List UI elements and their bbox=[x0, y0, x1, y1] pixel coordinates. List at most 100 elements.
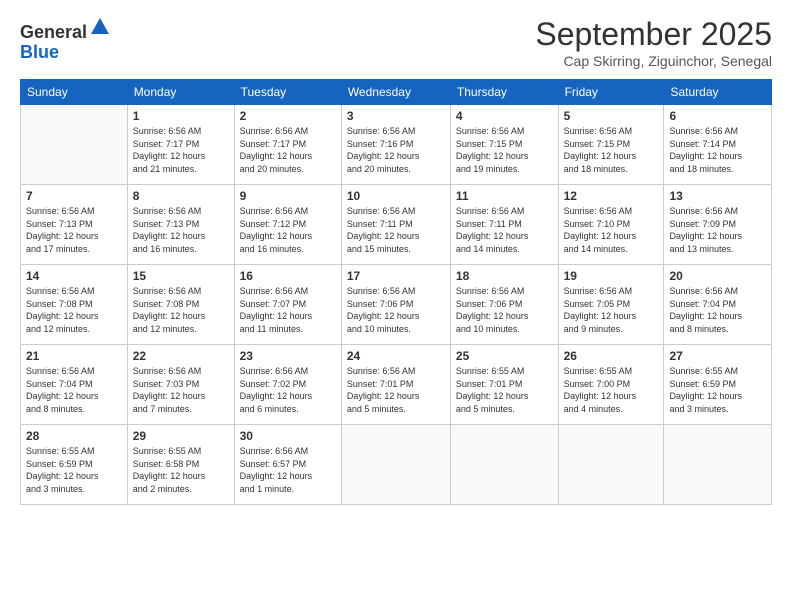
table-row: 5 Sunrise: 6:56 AM Sunset: 7:15 PM Daylig… bbox=[558, 105, 664, 185]
calendar-week-row: 1 Sunrise: 6:56 AM Sunset: 7:17 PM Daylig… bbox=[21, 105, 772, 185]
day-info: Sunrise: 6:56 AM Sunset: 7:11 PM Dayligh… bbox=[456, 205, 553, 255]
day-info: Sunrise: 6:56 AM Sunset: 7:13 PM Dayligh… bbox=[133, 205, 229, 255]
day-info: Sunrise: 6:55 AM Sunset: 7:01 PM Dayligh… bbox=[456, 365, 553, 415]
title-block: September 2025 Cap Skirring, Ziguinchor,… bbox=[535, 16, 772, 69]
day-number: 14 bbox=[26, 269, 122, 283]
day-number: 28 bbox=[26, 429, 122, 443]
day-info: Sunrise: 6:56 AM Sunset: 7:15 PM Dayligh… bbox=[456, 125, 553, 175]
calendar-table: Sunday Monday Tuesday Wednesday Thursday… bbox=[20, 79, 772, 505]
day-number: 20 bbox=[669, 269, 766, 283]
day-info: Sunrise: 6:56 AM Sunset: 7:09 PM Dayligh… bbox=[669, 205, 766, 255]
logo-general-text: General bbox=[20, 22, 87, 42]
day-number: 25 bbox=[456, 349, 553, 363]
day-number: 13 bbox=[669, 189, 766, 203]
table-row: 10 Sunrise: 6:56 AM Sunset: 7:11 PM Dayli… bbox=[341, 185, 450, 265]
day-number: 21 bbox=[26, 349, 122, 363]
table-row: 13 Sunrise: 6:56 AM Sunset: 7:09 PM Dayli… bbox=[664, 185, 772, 265]
table-row bbox=[341, 425, 450, 505]
day-info: Sunrise: 6:56 AM Sunset: 7:03 PM Dayligh… bbox=[133, 365, 229, 415]
day-info: Sunrise: 6:56 AM Sunset: 7:08 PM Dayligh… bbox=[26, 285, 122, 335]
table-row: 30 Sunrise: 6:56 AM Sunset: 6:57 PM Dayli… bbox=[234, 425, 341, 505]
day-info: Sunrise: 6:56 AM Sunset: 7:13 PM Dayligh… bbox=[26, 205, 122, 255]
day-number: 5 bbox=[564, 109, 659, 123]
table-row: 22 Sunrise: 6:56 AM Sunset: 7:03 PM Dayli… bbox=[127, 345, 234, 425]
day-number: 16 bbox=[240, 269, 336, 283]
day-info: Sunrise: 6:55 AM Sunset: 7:00 PM Dayligh… bbox=[564, 365, 659, 415]
day-info: Sunrise: 6:56 AM Sunset: 7:10 PM Dayligh… bbox=[564, 205, 659, 255]
day-number: 2 bbox=[240, 109, 336, 123]
calendar-header-row: Sunday Monday Tuesday Wednesday Thursday… bbox=[21, 80, 772, 105]
calendar-week-row: 28 Sunrise: 6:55 AM Sunset: 6:59 PM Dayli… bbox=[21, 425, 772, 505]
logo-blue-text: Blue bbox=[20, 42, 59, 62]
day-number: 30 bbox=[240, 429, 336, 443]
table-row: 9 Sunrise: 6:56 AM Sunset: 7:12 PM Daylig… bbox=[234, 185, 341, 265]
table-row: 14 Sunrise: 6:56 AM Sunset: 7:08 PM Dayli… bbox=[21, 265, 128, 345]
day-info: Sunrise: 6:56 AM Sunset: 7:16 PM Dayligh… bbox=[347, 125, 445, 175]
col-thursday: Thursday bbox=[450, 80, 558, 105]
table-row: 25 Sunrise: 6:55 AM Sunset: 7:01 PM Dayli… bbox=[450, 345, 558, 425]
day-info: Sunrise: 6:56 AM Sunset: 7:17 PM Dayligh… bbox=[133, 125, 229, 175]
table-row bbox=[558, 425, 664, 505]
table-row: 1 Sunrise: 6:56 AM Sunset: 7:17 PM Daylig… bbox=[127, 105, 234, 185]
calendar-page: General Blue September 2025 Cap Skirring… bbox=[0, 0, 792, 612]
table-row: 28 Sunrise: 6:55 AM Sunset: 6:59 PM Dayli… bbox=[21, 425, 128, 505]
day-number: 3 bbox=[347, 109, 445, 123]
day-info: Sunrise: 6:56 AM Sunset: 7:02 PM Dayligh… bbox=[240, 365, 336, 415]
day-info: Sunrise: 6:56 AM Sunset: 6:57 PM Dayligh… bbox=[240, 445, 336, 495]
col-sunday: Sunday bbox=[21, 80, 128, 105]
day-info: Sunrise: 6:56 AM Sunset: 7:04 PM Dayligh… bbox=[26, 365, 122, 415]
table-row: 19Sunrise: 6:56 AM Sunset: 7:05 PM Dayli… bbox=[558, 265, 664, 345]
day-info: Sunrise: 6:56 AM Sunset: 7:15 PM Dayligh… bbox=[564, 125, 659, 175]
day-number: 26 bbox=[564, 349, 659, 363]
day-number: 15 bbox=[133, 269, 229, 283]
table-row: 11Sunrise: 6:56 AM Sunset: 7:11 PM Dayli… bbox=[450, 185, 558, 265]
day-number: 19 bbox=[564, 269, 659, 283]
day-info: Sunrise: 6:55 AM Sunset: 6:59 PM Dayligh… bbox=[669, 365, 766, 415]
table-row bbox=[664, 425, 772, 505]
calendar-week-row: 7 Sunrise: 6:56 AM Sunset: 7:13 PM Daylig… bbox=[21, 185, 772, 265]
table-row: 7 Sunrise: 6:56 AM Sunset: 7:13 PM Daylig… bbox=[21, 185, 128, 265]
day-number: 7 bbox=[26, 189, 122, 203]
calendar-week-row: 21 Sunrise: 6:56 AM Sunset: 7:04 PM Dayli… bbox=[21, 345, 772, 425]
day-info: Sunrise: 6:56 AM Sunset: 7:06 PM Dayligh… bbox=[347, 285, 445, 335]
calendar-week-row: 14 Sunrise: 6:56 AM Sunset: 7:08 PM Dayli… bbox=[21, 265, 772, 345]
table-row: 16Sunrise: 6:56 AM Sunset: 7:07 PM Dayli… bbox=[234, 265, 341, 345]
day-number: 4 bbox=[456, 109, 553, 123]
table-row: 21 Sunrise: 6:56 AM Sunset: 7:04 PM Dayli… bbox=[21, 345, 128, 425]
day-info: Sunrise: 6:56 AM Sunset: 7:06 PM Dayligh… bbox=[456, 285, 553, 335]
logo: General Blue bbox=[20, 16, 111, 63]
day-number: 1 bbox=[133, 109, 229, 123]
table-row: 20 Sunrise: 6:56 AM Sunset: 7:04 PM Dayli… bbox=[664, 265, 772, 345]
table-row: 26 Sunrise: 6:55 AM Sunset: 7:00 PM Dayli… bbox=[558, 345, 664, 425]
table-row: 17 Sunrise: 6:56 AM Sunset: 7:06 PM Dayli… bbox=[341, 265, 450, 345]
table-row: 12 Sunrise: 6:56 AM Sunset: 7:10 PM Dayli… bbox=[558, 185, 664, 265]
table-row: 24Sunrise: 6:56 AM Sunset: 7:01 PM Dayli… bbox=[341, 345, 450, 425]
table-row: 15Sunrise: 6:56 AM Sunset: 7:08 PM Dayli… bbox=[127, 265, 234, 345]
col-friday: Friday bbox=[558, 80, 664, 105]
day-info: Sunrise: 6:55 AM Sunset: 6:59 PM Dayligh… bbox=[26, 445, 122, 495]
day-number: 29 bbox=[133, 429, 229, 443]
day-number: 10 bbox=[347, 189, 445, 203]
day-info: Sunrise: 6:56 AM Sunset: 7:11 PM Dayligh… bbox=[347, 205, 445, 255]
day-number: 12 bbox=[564, 189, 659, 203]
logo-icon bbox=[89, 16, 111, 38]
day-number: 6 bbox=[669, 109, 766, 123]
day-info: Sunrise: 6:56 AM Sunset: 7:14 PM Dayligh… bbox=[669, 125, 766, 175]
day-number: 24 bbox=[347, 349, 445, 363]
table-row: 27 Sunrise: 6:55 AM Sunset: 6:59 PM Dayli… bbox=[664, 345, 772, 425]
col-monday: Monday bbox=[127, 80, 234, 105]
col-saturday: Saturday bbox=[664, 80, 772, 105]
day-number: 17 bbox=[347, 269, 445, 283]
day-info: Sunrise: 6:56 AM Sunset: 7:04 PM Dayligh… bbox=[669, 285, 766, 335]
table-row: 6 Sunrise: 6:56 AM Sunset: 7:14 PM Daylig… bbox=[664, 105, 772, 185]
day-number: 22 bbox=[133, 349, 229, 363]
day-number: 23 bbox=[240, 349, 336, 363]
table-row: 29Sunrise: 6:55 AM Sunset: 6:58 PM Dayli… bbox=[127, 425, 234, 505]
day-number: 9 bbox=[240, 189, 336, 203]
table-row bbox=[450, 425, 558, 505]
month-year-title: September 2025 bbox=[535, 16, 772, 53]
table-row: 23 Sunrise: 6:56 AM Sunset: 7:02 PM Dayli… bbox=[234, 345, 341, 425]
day-number: 27 bbox=[669, 349, 766, 363]
day-info: Sunrise: 6:56 AM Sunset: 7:12 PM Dayligh… bbox=[240, 205, 336, 255]
col-tuesday: Tuesday bbox=[234, 80, 341, 105]
